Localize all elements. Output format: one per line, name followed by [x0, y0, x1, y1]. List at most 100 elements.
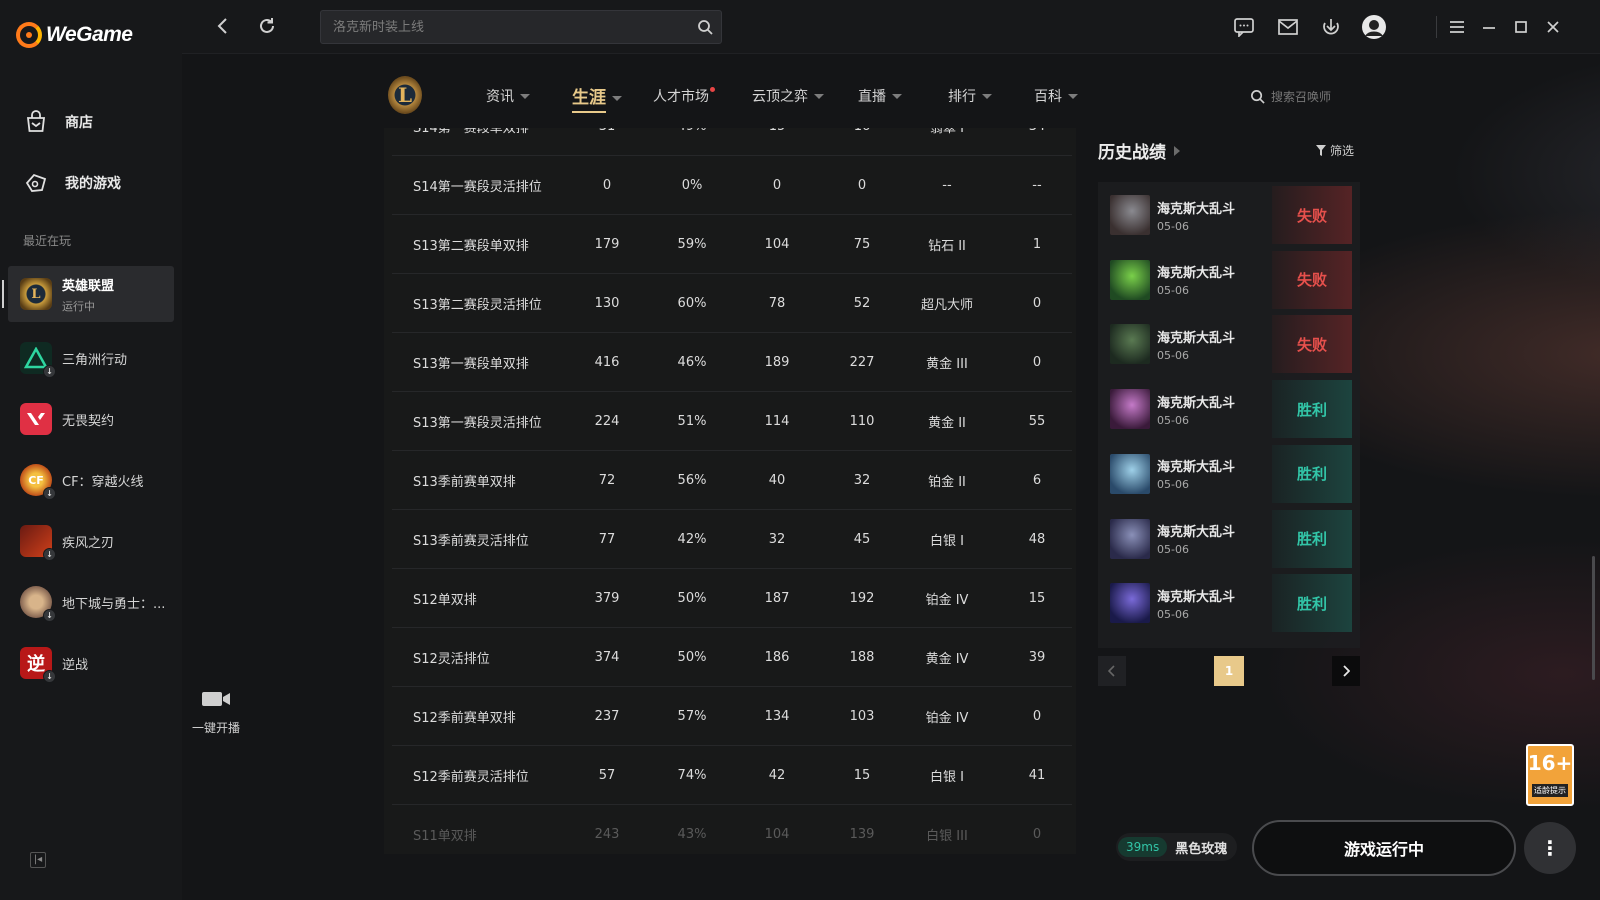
match-mode: 海克斯大乱斗 — [1157, 330, 1236, 346]
match-item[interactable]: 海克斯大乱斗 05-06 胜利 — [1106, 509, 1352, 568]
more-options-button[interactable]: ⋮ — [1524, 822, 1576, 874]
refresh-icon — [260, 18, 274, 33]
game-item-delta-force[interactable]: ↓ 三角洲行动 — [8, 330, 174, 386]
filter-button[interactable]: 筛选 — [1315, 142, 1354, 159]
table-cell: 134 — [764, 708, 790, 724]
table-cell: 187 — [764, 590, 790, 606]
page-number[interactable]: 1 — [1214, 656, 1244, 686]
table-cell: 32 — [853, 472, 871, 488]
match-item[interactable]: 海克斯大乱斗 05-06 胜利 — [1106, 574, 1352, 633]
next-page-button[interactable] — [1332, 656, 1360, 686]
match-item[interactable]: 海克斯大乱斗 05-06 失败 — [1106, 186, 1352, 244]
collapse-sidebar-icon[interactable]: |◂ — [30, 852, 46, 868]
table-cell: 6 — [1032, 472, 1042, 488]
history-title-text: 历史战绩 — [1098, 143, 1166, 163]
search-icon[interactable] — [697, 19, 713, 35]
table-cell: 188 — [849, 649, 875, 665]
more-vertical-icon: ⋮ — [1540, 836, 1560, 860]
tab-wiki[interactable]: 百科 — [1034, 86, 1078, 106]
age-rating-note: 适龄提示 — [1532, 784, 1568, 797]
table-cell: S11单双排 — [413, 828, 477, 844]
table-row: S13第二赛段灵活排位 130 60% 78 52 超凡大师 0 — [392, 274, 1072, 333]
chevron-down-icon — [612, 95, 622, 101]
sidebar-item-my-games[interactable]: 我的游戏 — [0, 160, 182, 206]
game-item-valorant[interactable]: 无畏契约 — [8, 391, 174, 447]
minimize-button[interactable] — [1478, 13, 1500, 41]
summoner-search[interactable]: 搜索召唤师 — [1250, 88, 1331, 105]
search-input[interactable] — [333, 19, 683, 35]
tab-career[interactable]: 生涯 — [572, 83, 622, 113]
champion-portrait — [1110, 259, 1150, 300]
tab-news[interactable]: 资讯 — [486, 86, 530, 106]
age-rating: 16+ — [1527, 751, 1573, 775]
sidebar-item-shop[interactable]: 商店 — [0, 99, 182, 145]
match-item[interactable]: 海克斯大乱斗 05-06 胜利 — [1106, 444, 1352, 503]
table-cell: S12季前赛灵活排位 — [413, 769, 529, 785]
table-cell: S13第二赛段灵活排位 — [413, 297, 542, 313]
scrollbar[interactable] — [1592, 556, 1595, 680]
global-search[interactable] — [320, 10, 722, 44]
avatar-icon — [1362, 15, 1386, 39]
back-button[interactable] — [210, 13, 236, 39]
table-cell: 48 — [1028, 531, 1046, 547]
game-item-nizhan[interactable]: 逆 ↓ 逆战 — [8, 635, 174, 691]
table-cell: 51% — [677, 413, 707, 429]
game-item-blade[interactable]: ↓ 疾风之刃 — [8, 513, 174, 569]
table-cell: S14第一赛段单双排 — [413, 128, 529, 136]
user-avatar[interactable] — [1359, 13, 1389, 41]
match-date: 05-06 — [1157, 607, 1189, 621]
match-mode: 海克斯大乱斗 — [1157, 266, 1236, 282]
table-row: S12季前赛单双排 237 57% 134 103 铂金 IV 0 — [392, 687, 1072, 746]
match-date: 05-06 — [1157, 219, 1189, 233]
tab-live[interactable]: 直播 — [858, 86, 902, 106]
server-status[interactable]: 39ms 黑色玫瑰 — [1116, 833, 1238, 861]
one-click-live-button[interactable]: 一键开播 — [190, 688, 242, 736]
table-cell: S13季前赛单双排 — [413, 474, 516, 490]
prev-page-button[interactable] — [1098, 656, 1126, 686]
menu-button[interactable] — [1446, 13, 1468, 41]
recent-label: 最近在玩 — [23, 234, 72, 248]
table-cell: 52 — [853, 295, 871, 311]
game-item-dnf[interactable]: ↓ 地下城与勇士：... — [8, 574, 174, 630]
match-item[interactable]: 海克斯大乱斗 05-06 失败 — [1106, 315, 1352, 374]
table-row: S13第一赛段灵活排位 224 51% 114 110 黄金 II 55 — [392, 392, 1072, 451]
match-result: 胜利 — [1272, 574, 1352, 633]
match-item[interactable]: 海克斯大乱斗 05-06 失败 — [1106, 250, 1352, 309]
close-button[interactable] — [1542, 13, 1564, 41]
table-cell: 43% — [677, 826, 707, 842]
download-icon: ↓ — [43, 548, 56, 561]
table-cell: 0 — [1032, 295, 1042, 311]
table-cell: 铂金 II — [928, 474, 966, 490]
table-cell: 104 — [764, 826, 790, 842]
tab-rank[interactable]: 排行 — [948, 86, 992, 106]
tab-tft[interactable]: 云顶之弈 — [752, 86, 824, 106]
match-result: 胜利 — [1272, 444, 1352, 503]
game-running-button[interactable]: 游戏运行中 — [1252, 820, 1516, 876]
table-cell: 40 — [768, 472, 786, 488]
game-item-crossfire[interactable]: CF ↓ CF：穿越火线 — [8, 452, 174, 508]
match-mode: 海克斯大乱斗 — [1157, 460, 1236, 476]
table-row: S13第二赛段单双排 179 59% 104 75 钻石 II 1 — [392, 215, 1072, 274]
chat-button[interactable] — [1230, 13, 1258, 41]
match-result: 失败 — [1272, 250, 1352, 309]
mail-button[interactable] — [1274, 13, 1302, 41]
refresh-button[interactable] — [254, 13, 280, 39]
lol-logo[interactable]: L — [388, 76, 422, 114]
tab-talent-market[interactable]: 人才市场 — [653, 86, 720, 106]
match-item[interactable]: 海克斯大乱斗 05-06 胜利 — [1106, 380, 1352, 439]
wegame-logo[interactable]: WeGame — [16, 22, 133, 48]
match-info: 海克斯大乱斗 05-06 — [1157, 262, 1235, 297]
champion-portrait — [1110, 453, 1150, 494]
table-row: S14第一赛段单双排 31 49% 15 16 翡翠 I 34 — [392, 128, 1072, 156]
game-item-lol[interactable]: L 英雄联盟 运行中 — [2, 266, 174, 322]
top-bar — [182, 0, 1600, 54]
table-cell: 0 — [772, 177, 782, 193]
table-cell: 0% — [681, 177, 703, 193]
table-cell: 45 — [853, 531, 871, 547]
valorant-game-icon — [20, 403, 52, 435]
downloads-button[interactable] — [1317, 13, 1345, 41]
table-cell: 130 — [594, 295, 620, 311]
maximize-button[interactable] — [1510, 13, 1532, 41]
server-name: 黑色玫瑰 — [1175, 841, 1228, 857]
table-cell: 0 — [1032, 708, 1042, 724]
